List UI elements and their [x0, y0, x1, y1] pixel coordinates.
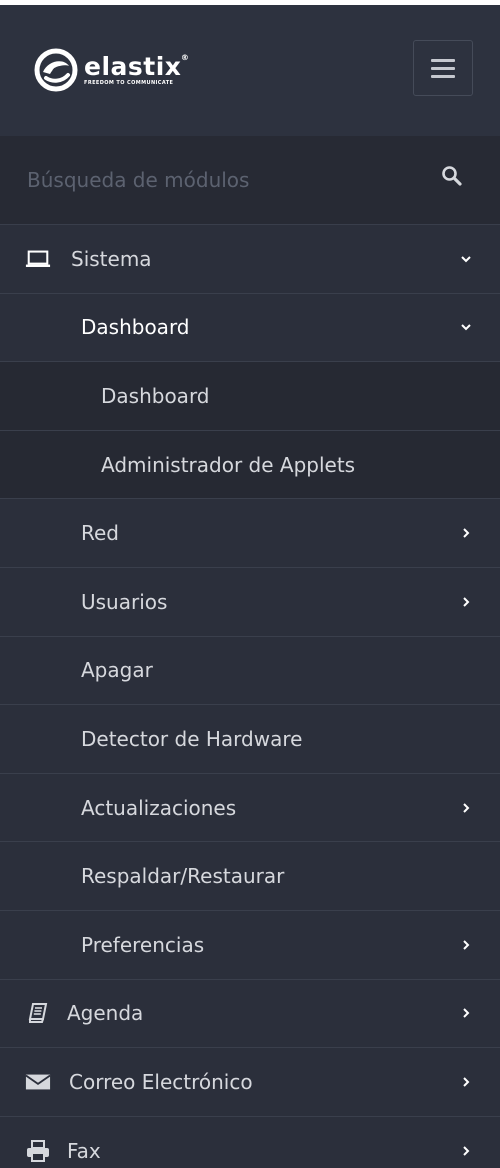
- nav-label-usuarios: Usuarios: [81, 589, 168, 614]
- nav-label-dashboard: Dashboard: [101, 383, 210, 408]
- chevron-right-icon: [463, 528, 470, 538]
- nav-label-fax: Fax: [67, 1138, 101, 1163]
- chevron-right-icon: [463, 597, 470, 607]
- printer-icon: [25, 1139, 51, 1162]
- nav-label-hardware: Detector de Hardware: [81, 726, 303, 751]
- nav-label-preferencias: Preferencias: [81, 932, 205, 957]
- nav-item-preferencias[interactable]: Preferencias: [0, 910, 500, 980]
- sidebar-header: elastix ® FREEDOM TO COMMUNICATE: [0, 5, 500, 136]
- book-icon: [25, 1002, 51, 1024]
- chevron-right-icon: [463, 802, 470, 813]
- nav-label-sistema: Sistema: [71, 246, 152, 271]
- chevron-right-icon: [463, 1145, 470, 1156]
- nav-item-usuarios[interactable]: Usuarios: [0, 567, 500, 637]
- nav-item-actualizaciones[interactable]: Actualizaciones: [0, 773, 500, 843]
- nav-item-apagar[interactable]: Apagar: [0, 636, 500, 706]
- chevron-right-icon: [463, 940, 470, 950]
- nav-item-respaldar[interactable]: Respaldar/Restaurar: [0, 842, 500, 911]
- nav-label-red: Red: [81, 521, 119, 546]
- search-icon[interactable]: [441, 165, 463, 187]
- laptop-icon: [25, 248, 51, 270]
- nav-label-agenda: Agenda: [67, 1001, 144, 1026]
- menu-toggle-button[interactable]: [413, 40, 473, 96]
- nav-item-dashboard[interactable]: Dashboard: [0, 362, 500, 431]
- nav-label-actualizaciones: Actualizaciones: [81, 795, 237, 820]
- nav-item-sistema[interactable]: Sistema: [0, 225, 500, 294]
- nav-item-red[interactable]: Red: [0, 499, 500, 568]
- logo-tagline: FREEDOM TO COMMUNICATE: [84, 80, 174, 86]
- envelope-icon: [25, 1071, 51, 1093]
- sidebar: elastix® FREEDOM TO COMMUNICATE Sistema: [0, 5, 500, 1168]
- nav-label-respaldar: Respaldar/Restaurar: [81, 864, 285, 889]
- nav-item-applets[interactable]: Administrador de Applets: [0, 430, 500, 500]
- hamburger-icon: [431, 58, 455, 62]
- search-input[interactable]: [0, 136, 420, 224]
- nav-item-correo[interactable]: Correo Electrónico: [0, 1048, 500, 1117]
- nav-item-agenda[interactable]: Agenda: [0, 979, 500, 1049]
- chevron-down-icon: [461, 256, 471, 263]
- nav-label-correo: Correo Electrónico: [69, 1069, 253, 1094]
- chevron-right-icon: [463, 1008, 470, 1019]
- elastix-logo[interactable]: elastix ® FREEDOM TO COMMUNICATE: [34, 42, 190, 98]
- nav-item-fax[interactable]: Fax: [0, 1116, 500, 1168]
- nav-label-apagar: Apagar: [81, 658, 153, 683]
- elastix-logo-icon: [34, 48, 78, 92]
- nav-label-dashboard-group: Dashboard: [81, 315, 190, 340]
- logo-text: elastix ® FREEDOM TO COMMUNICATE: [84, 52, 190, 86]
- nav-item-hardware[interactable]: Detector de Hardware: [0, 705, 500, 774]
- nav-item-dashboard-group[interactable]: Dashboard: [0, 293, 500, 363]
- chevron-down-icon: [461, 324, 471, 331]
- module-search: [0, 136, 500, 225]
- logo-brand: elastix ®: [84, 52, 190, 81]
- chevron-right-icon: [463, 1077, 470, 1087]
- nav-label-applets: Administrador de Applets: [101, 452, 356, 477]
